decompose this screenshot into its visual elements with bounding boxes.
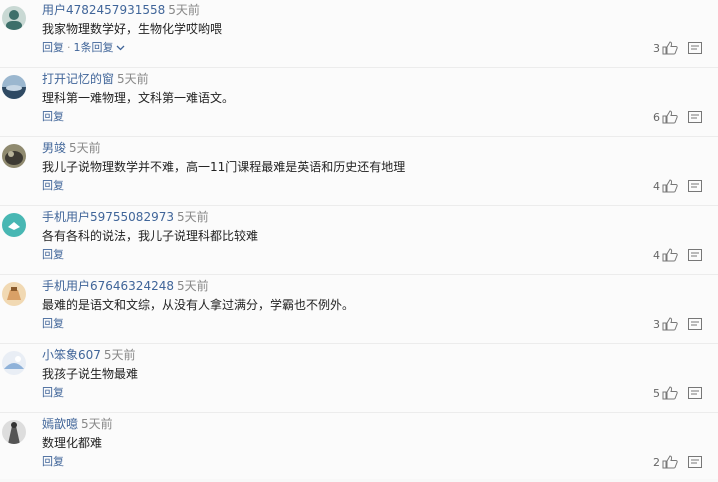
comment-text: 我家物理数学好，生物化学哎哟喂	[42, 22, 223, 36]
username[interactable]: 手机用户67646324248	[42, 279, 174, 293]
separator: ·	[67, 41, 71, 54]
like-count: 3	[653, 317, 660, 331]
username[interactable]: 用户4782457931558	[42, 3, 165, 17]
comment-item: 打开记忆的窗 5天前 理科第一难物理，文科第一难语文。 回复 6	[0, 69, 718, 137]
comment-right-actions: 3	[652, 316, 702, 332]
timestamp: 5天前	[103, 348, 136, 362]
thumbs-up-icon[interactable]	[662, 110, 678, 124]
avatar[interactable]	[2, 144, 26, 168]
comment-text: 数理化都难	[42, 436, 103, 450]
comment-text: 最难的是语文和文综，从没有人拿过满分，学霸也不例外。	[42, 298, 355, 312]
username[interactable]: 打开记忆的窗	[42, 72, 114, 86]
reply-button[interactable]: 回复	[42, 248, 64, 261]
timestamp: 5天前	[69, 141, 101, 155]
reply-button[interactable]: 回复	[42, 317, 64, 330]
avatar[interactable]	[2, 213, 26, 237]
divider	[0, 136, 718, 137]
comment-right-actions: 3	[652, 40, 702, 56]
comment-text: 我孩子说生物最难	[42, 367, 139, 381]
username[interactable]: 手机用户59755082973	[42, 210, 174, 224]
comment-right-actions: 5	[652, 385, 702, 401]
comment-meta: 手机用户59755082973 5天前	[42, 209, 209, 225]
report-icon[interactable]	[688, 387, 702, 399]
divider	[0, 274, 718, 275]
comment-actions: 回复	[42, 454, 64, 470]
thumbs-up-icon[interactable]	[662, 455, 678, 469]
avatar[interactable]	[2, 75, 26, 99]
thumbs-up-icon[interactable]	[662, 248, 678, 262]
report-icon[interactable]	[688, 249, 702, 261]
chevron-down-icon	[116, 45, 124, 51]
comment-list: 用户4782457931558 5天前 我家物理数学好，生物化学哎哟喂 回复 · 1条…	[0, 0, 718, 479]
like-count: 5	[653, 386, 660, 400]
timestamp: 5天前	[117, 72, 149, 86]
username[interactable]: 小笨象607	[42, 348, 101, 362]
report-icon[interactable]	[688, 180, 702, 192]
report-icon[interactable]	[688, 111, 702, 123]
comment-text: 各有各科的说法，我儿子说理科都比较难	[42, 229, 259, 243]
comment-right-actions: 4	[652, 247, 702, 263]
like-count: 4	[653, 179, 660, 193]
replies-count-label: 1条回复	[73, 41, 114, 54]
comment-right-actions: 4	[652, 178, 702, 194]
timestamp: 5天前	[81, 417, 113, 431]
report-icon[interactable]	[688, 456, 702, 468]
like-count: 3	[653, 41, 660, 55]
reply-button[interactable]: 回复	[42, 455, 64, 468]
comment-meta: 打开记忆的窗 5天前	[42, 71, 149, 87]
comment-actions: 回复 · 1条回复	[42, 40, 125, 56]
comment-item: 男竣 5天前 我儿子说物理数学并不难，高一11门课程最难是英语和历史还有地理 回复…	[0, 138, 718, 206]
timestamp: 5天前	[176, 210, 209, 224]
username[interactable]: 嫣歆噫	[42, 417, 78, 431]
comment-item: 用户4782457931558 5天前 我家物理数学好，生物化学哎哟喂 回复 · 1条…	[0, 0, 718, 68]
like-count: 6	[653, 110, 660, 124]
report-icon[interactable]	[688, 318, 702, 330]
comment-right-actions: 2	[652, 454, 702, 470]
divider	[0, 67, 718, 68]
reply-button[interactable]: 回复	[42, 110, 64, 123]
comment-item: 小笨象607 5天前 我孩子说生物最难 回复 5	[0, 345, 718, 413]
like-count: 2	[653, 455, 660, 469]
comment-item: 嫣歆噫 5天前 数理化都难 回复 2	[0, 414, 718, 482]
timestamp: 5天前	[176, 279, 209, 293]
divider	[0, 412, 718, 413]
comment-item: 手机用户67646324248 5天前 最难的是语文和文综，从没有人拿过满分，学霸…	[0, 276, 718, 344]
comment-meta: 男竣 5天前	[42, 140, 101, 156]
username[interactable]: 男竣	[42, 141, 66, 155]
comment-actions: 回复	[42, 247, 64, 263]
comment-meta: 手机用户67646324248 5天前	[42, 278, 209, 294]
timestamp: 5天前	[168, 3, 200, 17]
view-replies-button[interactable]: 1条回复	[74, 41, 125, 54]
avatar[interactable]	[2, 6, 26, 30]
comment-actions: 回复	[42, 109, 64, 125]
avatar[interactable]	[2, 420, 26, 444]
comment-text: 理科第一难物理，文科第一难语文。	[42, 91, 235, 105]
comment-actions: 回复	[42, 385, 64, 401]
comment-right-actions: 6	[652, 109, 702, 125]
avatar[interactable]	[2, 351, 26, 375]
divider	[0, 343, 718, 344]
comment-item: 手机用户59755082973 5天前 各有各科的说法，我儿子说理科都比较难 回复…	[0, 207, 718, 275]
reply-button[interactable]: 回复	[42, 41, 64, 54]
thumbs-up-icon[interactable]	[662, 386, 678, 400]
comment-meta: 嫣歆噫 5天前	[42, 416, 113, 432]
thumbs-up-icon[interactable]	[662, 41, 678, 55]
comment-meta: 用户4782457931558 5天前	[42, 2, 200, 18]
thumbs-up-icon[interactable]	[662, 317, 678, 331]
reply-button[interactable]: 回复	[42, 179, 64, 192]
comment-text: 我儿子说物理数学并不难，高一11门课程最难是英语和历史还有地理	[42, 160, 406, 174]
comment-actions: 回复	[42, 316, 64, 332]
divider	[0, 205, 718, 206]
reply-button[interactable]: 回复	[42, 386, 64, 399]
like-count: 4	[653, 248, 660, 262]
avatar[interactable]	[2, 282, 26, 306]
comment-actions: 回复	[42, 178, 64, 194]
thumbs-up-icon[interactable]	[662, 179, 678, 193]
report-icon[interactable]	[688, 42, 702, 54]
comment-meta: 小笨象607 5天前	[42, 347, 136, 363]
